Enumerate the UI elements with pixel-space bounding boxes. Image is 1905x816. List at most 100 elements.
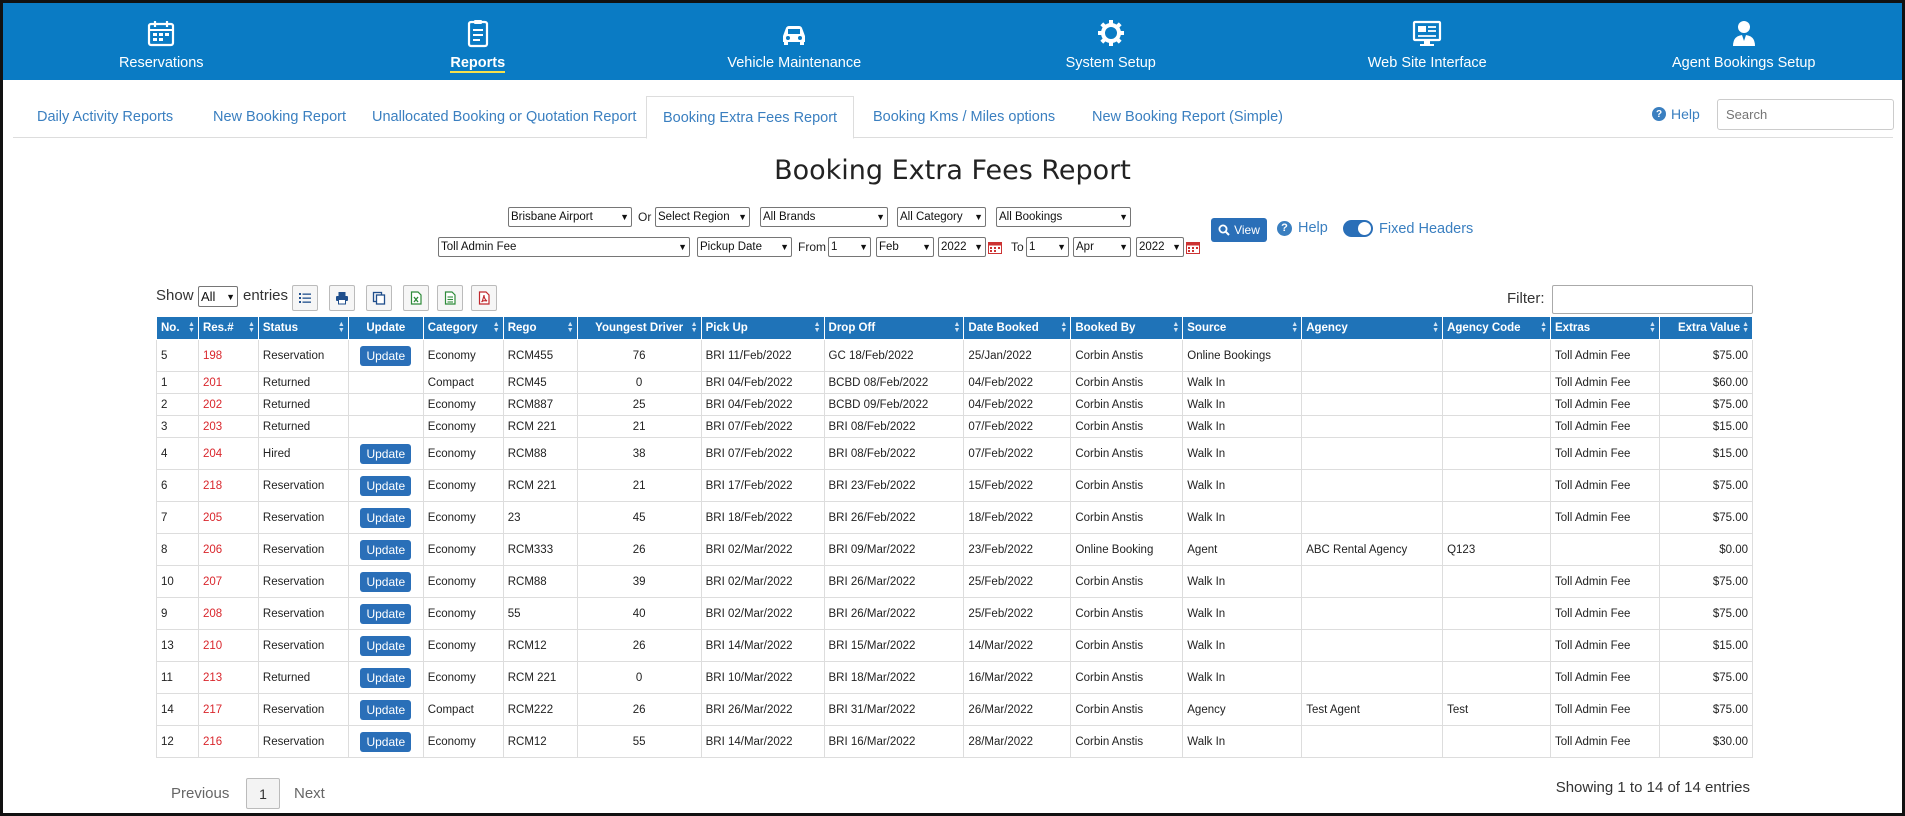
res-number-cell[interactable]: 204 (197, 437, 259, 470)
fixed-headers-toggle[interactable]: Fixed Headers (1343, 220, 1473, 237)
update-button[interactable]: Update (360, 571, 412, 592)
from-month-select[interactable]: Feb ▼ (876, 237, 934, 257)
table-row: 5 198 Reservation Update Economy RCM455 76 BRI … (156, 339, 1754, 372)
res-number-cell[interactable]: 218 (197, 469, 259, 502)
extra-value-cell: $75.00 (1658, 597, 1754, 630)
nav-item-reports[interactable]: Reports (320, 3, 637, 80)
chevron-down-icon: ▼ (1057, 242, 1066, 252)
nav-item-system-setup[interactable]: System Setup (953, 3, 1270, 80)
col-header-status[interactable]: Status ▲ ▼ (257, 316, 349, 340)
tab-booking-extra-fees-report[interactable]: Booking Extra Fees Report (646, 96, 855, 139)
entries-select[interactable]: All ▼ (198, 286, 238, 307)
toggle-switch[interactable] (1343, 220, 1373, 237)
tab-new-booking-report-simple[interactable]: New Booking Report (Simple) (1076, 96, 1299, 138)
view-label: View (1234, 223, 1260, 237)
col-header-agency[interactable]: Agency ▲ ▼ (1301, 316, 1444, 340)
col-header-extras[interactable]: Extras ▲ ▼ (1550, 316, 1660, 340)
tab-daily-activity-reports[interactable]: Daily Activity Reports (21, 96, 189, 138)
column-visibility-button[interactable] (292, 285, 318, 311)
bookings-select[interactable]: All Bookings ▼ (996, 207, 1131, 227)
next-page-button[interactable]: Next (294, 785, 325, 802)
update-button[interactable]: Update (360, 475, 412, 496)
res-number-cell[interactable]: 208 (197, 597, 259, 630)
update-button[interactable]: Update (360, 507, 412, 528)
col-header-extra-value[interactable]: Extra Value ▲ ▼ (1658, 316, 1754, 340)
update-button[interactable]: Update (360, 699, 412, 720)
col-header-rego[interactable]: Rego ▲ ▼ (502, 316, 578, 340)
excel-icon (410, 291, 422, 305)
tab-new-booking-report[interactable]: New Booking Report (197, 96, 362, 138)
agency-cell: ABC Rental Agency (1301, 533, 1444, 566)
copy-button[interactable] (366, 285, 392, 311)
res-number-cell[interactable]: 207 (197, 565, 259, 598)
from-year-select[interactable]: 2022 ▼ (938, 237, 986, 257)
res-number-cell[interactable]: 210 (197, 629, 259, 662)
table-row: 9 208 Reservation Update Economy 55 40 BRI 02/M… (156, 597, 1754, 630)
update-button[interactable]: Update (360, 731, 412, 752)
print-button[interactable] (329, 285, 355, 311)
no-cell: 7 (156, 501, 199, 534)
col-header-no[interactable]: No. ▲ ▼ (156, 316, 199, 340)
res-number-cell[interactable]: 205 (197, 501, 259, 534)
col-header-drop-off[interactable]: Drop Off ▲ ▼ (823, 316, 965, 340)
col-header-source[interactable]: Source ▲ ▼ (1182, 316, 1303, 340)
location-select[interactable]: Brisbane Airport ▼ (508, 207, 632, 227)
update-button[interactable]: Update (360, 635, 412, 656)
pdf-export-button[interactable] (471, 285, 497, 311)
page-1-button[interactable]: 1 (246, 778, 280, 809)
tab-unallocated-booking-report[interactable]: Unallocated Booking or Quotation Report (356, 96, 652, 138)
excel-export-button[interactable] (403, 285, 429, 311)
view-button[interactable]: View (1211, 218, 1267, 242)
update-button[interactable]: Update (360, 539, 412, 560)
update-button[interactable]: Update (360, 667, 412, 688)
col-header-res[interactable]: Res.# ▲ ▼ (197, 316, 259, 340)
calendar-picker-icon[interactable] (988, 241, 1002, 254)
res-number-cell[interactable]: 198 (197, 339, 259, 372)
from-day-select[interactable]: 1 ▼ (828, 237, 871, 257)
status-cell: Reservation (257, 469, 349, 502)
col-header-youngest-driver[interactable]: Youngest Driver ▲ ▼ (576, 316, 702, 340)
col-header-label: Source (1187, 322, 1227, 334)
col-header-category[interactable]: Category ▲ ▼ (422, 316, 504, 340)
youngest-driver-cell: 39 (576, 565, 702, 598)
nav-item-agent-bookings-setup[interactable]: Agent Bookings Setup (1586, 3, 1903, 80)
to-day-select[interactable]: 1 ▼ (1026, 237, 1069, 257)
res-number-cell[interactable]: 213 (197, 661, 259, 694)
res-number-cell[interactable]: 216 (197, 725, 259, 758)
agency-cell (1301, 725, 1444, 758)
csv-export-button[interactable] (437, 285, 463, 311)
search-input[interactable] (1717, 99, 1894, 130)
col-header-date-booked[interactable]: Date Booked ▲ ▼ (963, 316, 1072, 340)
extra-fee-select[interactable]: Toll Admin Fee ▼ (438, 237, 690, 257)
res-number-cell[interactable]: 206 (197, 533, 259, 566)
previous-page-button[interactable]: Previous (171, 785, 229, 802)
to-month-select[interactable]: Apr ▼ (1073, 237, 1131, 257)
calendar-picker-icon[interactable] (1186, 241, 1200, 254)
nav-item-web-site-interface[interactable]: Web Site Interface (1269, 3, 1586, 80)
filter-help-link[interactable]: ? Help (1277, 220, 1328, 236)
col-header-booked-by[interactable]: Booked By ▲ ▼ (1070, 316, 1184, 340)
date-type-select[interactable]: Pickup Date ▼ (697, 237, 792, 257)
col-header-pick-up[interactable]: Pick Up ▲ ▼ (700, 316, 825, 340)
filter-input[interactable] (1552, 285, 1753, 314)
res-number-cell[interactable]: 202 (197, 393, 259, 416)
update-button[interactable]: Update (360, 443, 412, 464)
update-button[interactable]: Update (360, 345, 412, 366)
res-number-cell[interactable]: 217 (197, 693, 259, 726)
nav-item-vehicle-maintenance[interactable]: Vehicle Maintenance (636, 3, 953, 80)
res-number-cell[interactable]: 203 (197, 415, 259, 438)
update-button[interactable]: Update (360, 603, 412, 624)
agency-code-cell (1442, 629, 1552, 662)
rego-cell: RCM222 (502, 693, 578, 726)
region-select[interactable]: Select Region ▼ (655, 207, 750, 227)
res-number-cell[interactable]: 201 (197, 371, 259, 394)
category-select[interactable]: All Category ▼ (897, 207, 986, 227)
table-row: 11 213 Returned Update Economy RCM 221 0 BRI 10… (156, 661, 1754, 694)
col-header-agency-code[interactable]: Agency Code ▲ ▼ (1442, 316, 1552, 340)
brand-select[interactable]: All Brands ▼ (760, 207, 888, 227)
to-year-select[interactable]: 2022 ▼ (1136, 237, 1184, 257)
nav-item-reservations[interactable]: Reservations (3, 3, 320, 80)
tab-booking-kms-miles-options[interactable]: Booking Kms / Miles options (857, 96, 1071, 138)
help-link[interactable]: ? Help (1652, 106, 1700, 122)
extra-value-cell: $15.00 (1658, 437, 1754, 470)
